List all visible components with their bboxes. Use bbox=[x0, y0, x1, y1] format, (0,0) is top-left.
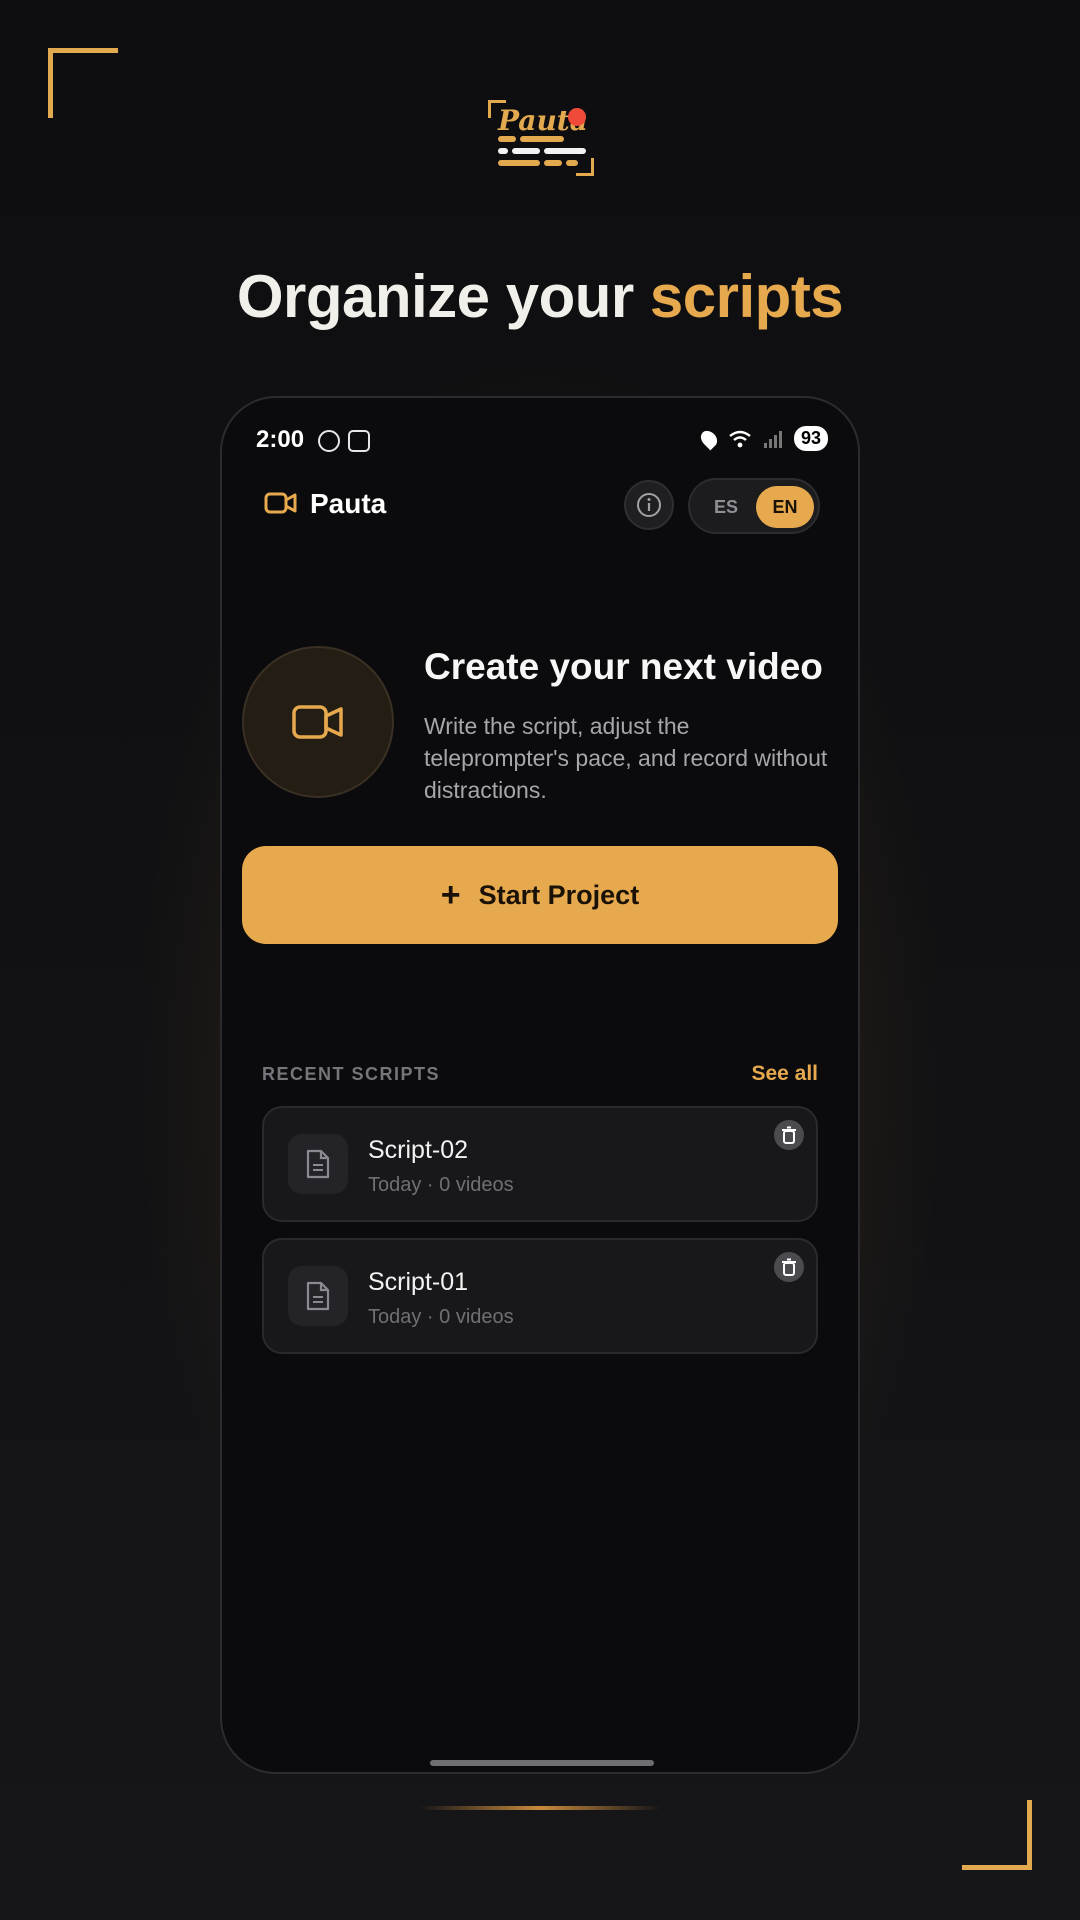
hero-description: Write the script, adjust the teleprompte… bbox=[424, 713, 828, 803]
language-toggle: ES EN bbox=[688, 478, 820, 534]
headline-accent: scripts bbox=[649, 263, 844, 330]
script-card[interactable]: Script-01 Today · 0 videos bbox=[262, 1238, 818, 1354]
status-time: 2:00 bbox=[256, 426, 305, 453]
start-project-label: Start Project bbox=[478, 879, 640, 910]
info-button[interactable] bbox=[624, 480, 674, 530]
headline-prefix: Organize your bbox=[236, 263, 650, 330]
battery-badge: 93 bbox=[793, 426, 828, 451]
home-indicator[interactable] bbox=[430, 1760, 654, 1766]
wifi-icon bbox=[729, 430, 751, 447]
app-bar: Pauta ES EN bbox=[222, 470, 858, 540]
trash-icon bbox=[782, 1126, 796, 1144]
phone-frame: 2:00 93 Pauta ES EN Create your next vid… bbox=[220, 396, 860, 1774]
video-camera-icon bbox=[264, 492, 297, 514]
plus-icon: + bbox=[440, 876, 461, 914]
status-bar: 2:00 93 bbox=[256, 420, 828, 460]
script-card[interactable]: Script-02 Today · 0 videos bbox=[262, 1106, 818, 1222]
signal-icon bbox=[763, 430, 782, 448]
hero-title: Create your next video bbox=[424, 646, 823, 687]
corner-bracket-top-left bbox=[48, 48, 118, 118]
delete-script-button[interactable] bbox=[774, 1252, 804, 1282]
script-name: Script-01 bbox=[368, 1268, 469, 1296]
document-icon bbox=[288, 1266, 348, 1326]
lang-en-option[interactable]: EN bbox=[756, 486, 814, 528]
see-all-link[interactable]: See all bbox=[751, 1062, 818, 1086]
corner-bracket-bottom-right bbox=[962, 1800, 1032, 1870]
lang-es-option[interactable]: ES bbox=[700, 488, 752, 526]
hero-video-icon-circle bbox=[242, 646, 394, 798]
app-title: Pauta bbox=[310, 488, 387, 519]
location-icon bbox=[697, 427, 721, 450]
screenshot-icon bbox=[348, 430, 370, 452]
info-icon bbox=[637, 493, 661, 517]
delete-script-button[interactable] bbox=[774, 1120, 804, 1150]
video-camera-icon bbox=[292, 705, 343, 739]
script-meta: Today · 0 videos bbox=[368, 1306, 514, 1328]
pauta-logo: Pauta bbox=[480, 94, 600, 184]
document-icon bbox=[288, 1134, 348, 1194]
script-meta: Today · 0 videos bbox=[368, 1174, 514, 1196]
record-dot bbox=[568, 108, 586, 126]
recent-scripts-heading: RECENT SCRIPTS bbox=[262, 1064, 441, 1084]
trash-icon bbox=[782, 1258, 796, 1276]
phone-reflection bbox=[420, 1806, 660, 1810]
status-app-icon bbox=[318, 430, 340, 452]
headline: Organize your scripts bbox=[0, 262, 1080, 331]
script-name: Script-02 bbox=[368, 1136, 469, 1164]
start-project-button[interactable]: + Start Project bbox=[242, 846, 838, 944]
recent-scripts-header: RECENT SCRIPTS See all bbox=[262, 1060, 818, 1090]
